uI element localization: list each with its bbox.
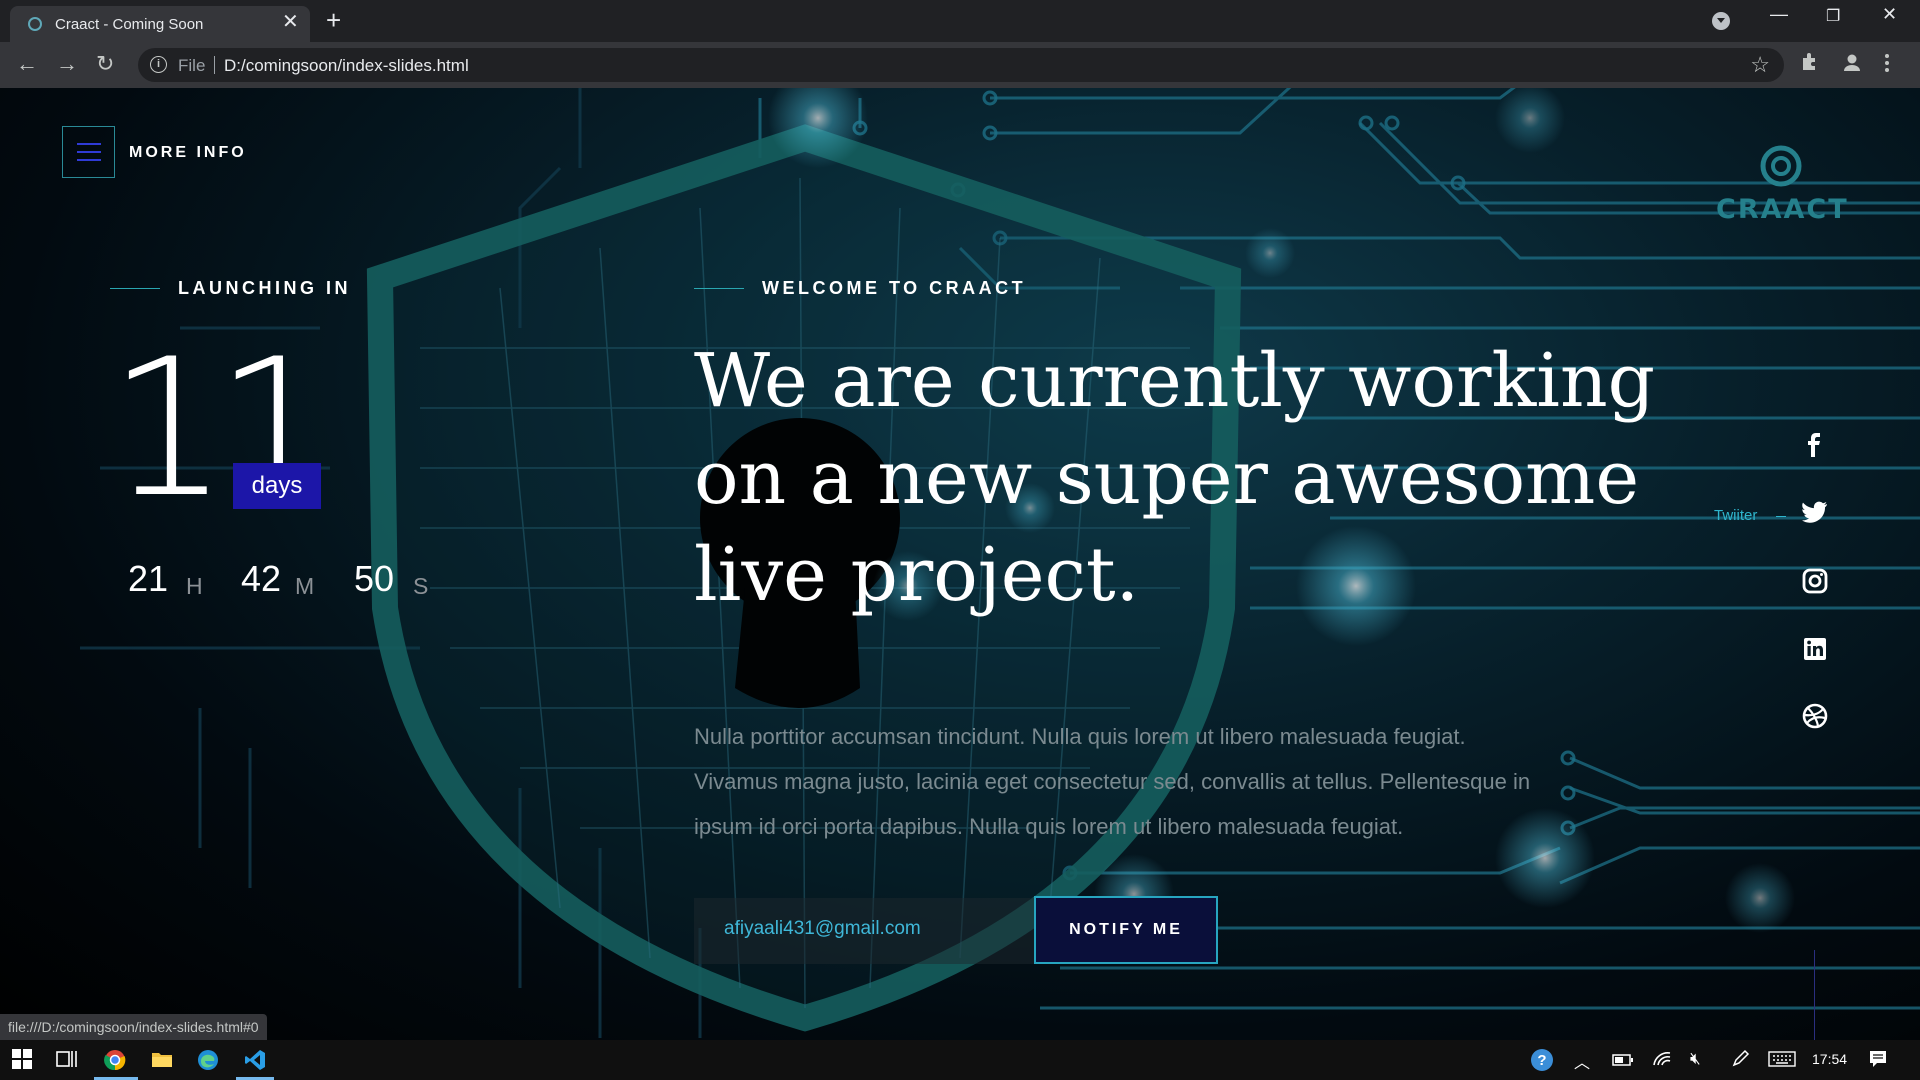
browser-menu-icon[interactable] bbox=[1884, 52, 1890, 80]
reload-icon[interactable]: ↻ bbox=[96, 50, 114, 78]
notify-me-button[interactable]: NOTIFY ME bbox=[1034, 896, 1218, 964]
email-field[interactable]: afiyaali431@gmail.com bbox=[694, 898, 1034, 964]
help-icon[interactable]: ? bbox=[1530, 1048, 1554, 1077]
address-bar[interactable]: i File D:/comingsoon/index-slides.html ☆ bbox=[138, 48, 1784, 82]
file-explorer-icon[interactable] bbox=[151, 1049, 173, 1074]
browser-tab[interactable]: Craact - Coming Soon ✕ bbox=[10, 6, 310, 42]
windows-taskbar: ? ︿ 🔇︎ 17:54 bbox=[0, 1040, 1920, 1080]
site-favicon-icon bbox=[28, 17, 42, 31]
launching-divider bbox=[110, 288, 160, 289]
email-value[interactable]: afiyaali431@gmail.com bbox=[724, 918, 921, 940]
new-tab-button[interactable]: + bbox=[326, 6, 341, 34]
hamburger-icon-bar bbox=[77, 159, 101, 161]
back-icon[interactable]: ← bbox=[16, 50, 38, 78]
launching-in-label: LAUNCHING IN bbox=[178, 278, 351, 298]
url-scheme: File bbox=[178, 56, 206, 75]
url-separator bbox=[214, 56, 215, 74]
bookmark-star-icon[interactable]: ☆ bbox=[1750, 52, 1770, 78]
task-view-icon[interactable] bbox=[56, 1049, 78, 1074]
hours-unit: H bbox=[186, 573, 203, 599]
notifications-icon[interactable] bbox=[1868, 1049, 1888, 1074]
keyboard-icon[interactable] bbox=[1768, 1049, 1796, 1072]
taskbar-clock[interactable]: 17:54 bbox=[1812, 1051, 1847, 1067]
wifi-icon[interactable] bbox=[1652, 1049, 1672, 1072]
tab-title: Craact - Coming Soon bbox=[55, 16, 204, 33]
profile-icon[interactable] bbox=[1842, 52, 1862, 80]
tray-chevron-icon[interactable]: ︿ bbox=[1574, 1049, 1590, 1073]
minimize-icon[interactable]: — bbox=[1770, 4, 1788, 25]
hamburger-icon-bar bbox=[77, 151, 101, 153]
twitter-dash bbox=[1776, 516, 1786, 517]
logo-mark-icon bbox=[1760, 145, 1802, 187]
minutes-count: 42 bbox=[241, 558, 282, 599]
hero-description: Nulla porttitor accumsan tincidunt. Null… bbox=[694, 714, 1624, 849]
browser-tab-bar: Craact - Coming Soon ✕ + — ❐ ✕ bbox=[0, 0, 1920, 42]
volume-muted-icon[interactable]: 🔇︎ bbox=[1690, 1049, 1701, 1069]
edge-icon[interactable] bbox=[197, 1049, 219, 1076]
window-close-icon[interactable]: ✕ bbox=[1882, 4, 1897, 25]
linkedin-icon[interactable] bbox=[1798, 632, 1832, 666]
twitter-icon[interactable] bbox=[1798, 496, 1832, 530]
tab-close-icon[interactable]: ✕ bbox=[282, 12, 299, 32]
pen-icon[interactable] bbox=[1732, 1049, 1750, 1072]
url-text[interactable]: D:/comingsoon/index-slides.html bbox=[224, 56, 469, 76]
welcome-divider bbox=[694, 288, 744, 289]
browser-toolbar: ← → ↻ i File D:/comingsoon/index-slides.… bbox=[0, 42, 1920, 88]
status-url-tooltip: file:///D:/comingsoon/index-slides.html#… bbox=[0, 1014, 267, 1040]
restore-icon[interactable]: ❐ bbox=[1826, 6, 1840, 26]
headline-line: live project. bbox=[694, 532, 1140, 618]
description-line: ipsum id orci porta dapibus. Nulla quis … bbox=[694, 814, 1404, 839]
twitter-label[interactable]: Twiiter bbox=[1714, 507, 1757, 524]
headline-line: on a new super awesome bbox=[694, 435, 1640, 521]
craact-logo[interactable]: CRAACT bbox=[1716, 144, 1849, 225]
windows-start-icon[interactable] bbox=[12, 1049, 32, 1074]
menu-button[interactable] bbox=[62, 126, 115, 178]
hamburger-icon bbox=[77, 143, 101, 145]
days-badge: days bbox=[233, 463, 321, 509]
seconds-unit: S bbox=[413, 573, 429, 599]
forward-icon[interactable]: → bbox=[56, 50, 78, 78]
welcome-label: WELCOME TO CRAACT bbox=[762, 278, 1027, 298]
hours-count: 21 bbox=[128, 558, 169, 599]
chrome-taskbar-icon[interactable] bbox=[104, 1049, 126, 1076]
site-info-icon[interactable]: i bbox=[150, 56, 167, 73]
vscode-icon[interactable] bbox=[244, 1049, 266, 1076]
svg-text:?: ? bbox=[1537, 1052, 1546, 1069]
minutes-unit: M bbox=[295, 573, 315, 599]
description-line: Nulla porttitor accumsan tincidunt. Null… bbox=[694, 724, 1466, 749]
extensions-icon[interactable] bbox=[1800, 52, 1820, 80]
more-info-link[interactable]: MORE INFO bbox=[129, 144, 247, 162]
seconds-count: 50 bbox=[354, 558, 395, 599]
description-line: Vivamus magna justo, lacinia eget consec… bbox=[694, 769, 1531, 794]
instagram-icon[interactable] bbox=[1798, 564, 1832, 598]
dribbble-icon[interactable] bbox=[1798, 699, 1832, 733]
hero-headline: We are currently working on a new super … bbox=[694, 333, 1744, 624]
logo-text: CRAACT bbox=[1716, 194, 1849, 225]
battery-icon[interactable] bbox=[1612, 1049, 1634, 1072]
facebook-icon[interactable] bbox=[1798, 430, 1832, 464]
side-scroll-line bbox=[1814, 950, 1815, 1040]
tab-search-icon[interactable] bbox=[1712, 12, 1730, 30]
coming-soon-page: MORE INFO CRAACT LAUNCHING IN 11 days 21… bbox=[0, 88, 1920, 1040]
headline-line: We are currently working bbox=[694, 338, 1655, 424]
